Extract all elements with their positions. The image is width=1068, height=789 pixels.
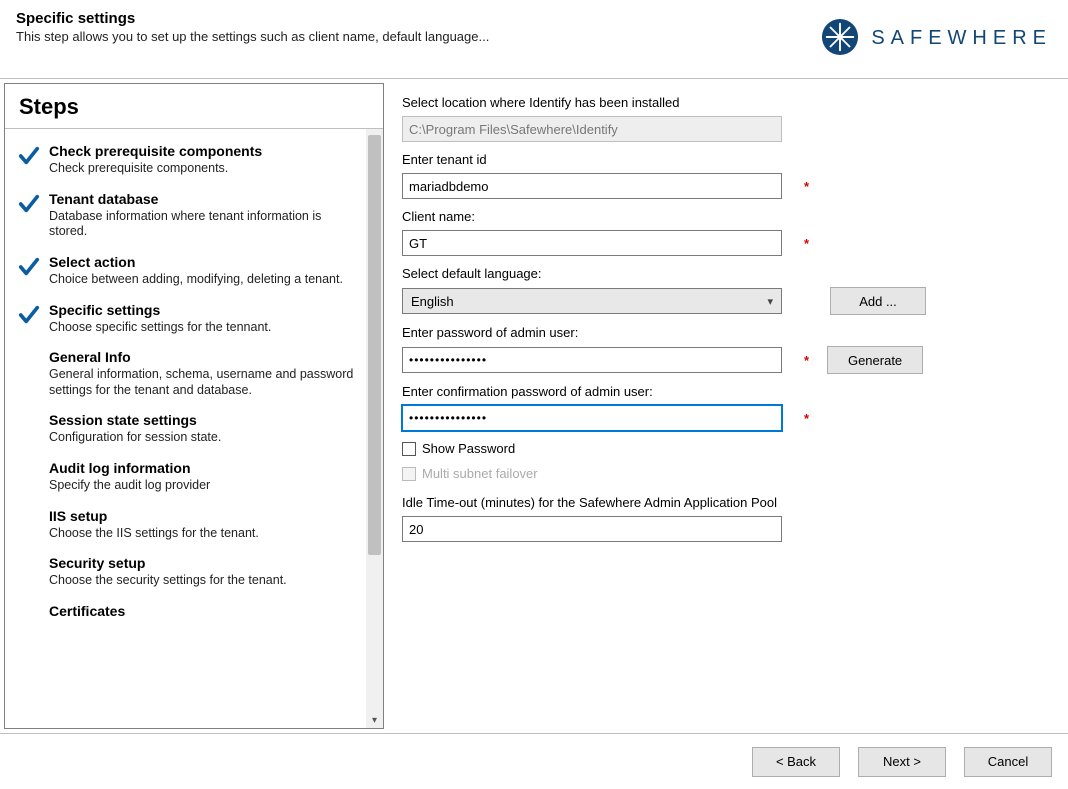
install-location-label: Select location where Identify has been … <box>402 95 1050 110</box>
step-title: Session state settings <box>49 412 354 428</box>
wizard-footer: < Back Next > Cancel <box>0 733 1068 789</box>
required-marker: * <box>804 411 809 426</box>
cancel-button[interactable]: Cancel <box>964 747 1052 777</box>
step-title: Certificates <box>49 603 354 619</box>
step-title: Check prerequisite components <box>49 143 354 159</box>
show-password-label: Show Password <box>422 441 515 456</box>
multi-subnet-checkbox <box>402 467 416 481</box>
required-marker: * <box>804 179 809 194</box>
empty-icon <box>17 508 41 542</box>
language-value: English <box>411 294 454 309</box>
step-certificates[interactable]: Certificates <box>11 599 360 629</box>
tenant-id-label: Enter tenant id <box>402 152 1050 167</box>
step-check-prerequisites[interactable]: Check prerequisite components Check prer… <box>11 139 360 187</box>
admin-password-input[interactable] <box>402 347 782 373</box>
check-icon <box>17 254 41 288</box>
step-audit-log[interactable]: Audit log information Specify the audit … <box>11 456 360 504</box>
install-location-input <box>402 116 782 142</box>
show-password-checkbox[interactable] <box>402 442 416 456</box>
step-desc: Choose the IIS settings for the tenant. <box>49 526 354 542</box>
next-button[interactable]: Next > <box>858 747 946 777</box>
client-name-input[interactable] <box>402 230 782 256</box>
check-icon <box>17 302 41 336</box>
main-frame: Steps Check prerequisite components Chec… <box>0 78 1068 733</box>
empty-icon <box>17 412 41 446</box>
scroll-down-icon[interactable]: ▾ <box>366 712 383 728</box>
empty-icon <box>17 555 41 589</box>
language-label: Select default language: <box>402 266 1050 281</box>
step-desc: General information, schema, username an… <box>49 367 354 398</box>
settings-form: Select location where Identify has been … <box>384 83 1064 729</box>
page-subtitle: This step allows you to set up the setti… <box>16 29 489 44</box>
step-desc: Choose specific settings for the tennant… <box>49 320 354 336</box>
brand-text: SAFEWHERE <box>871 27 1052 50</box>
step-desc: Choose the security settings for the ten… <box>49 573 354 589</box>
steps-list: Check prerequisite components Check prer… <box>5 129 366 728</box>
step-title: Tenant database <box>49 191 354 207</box>
steps-sidebar: Steps Check prerequisite components Chec… <box>4 83 384 729</box>
idle-timeout-input[interactable] <box>402 516 782 542</box>
admin-password-label: Enter password of admin user: <box>402 325 1050 340</box>
step-desc: Check prerequisite components. <box>49 161 354 177</box>
snowflake-icon <box>821 18 859 59</box>
generate-password-button[interactable]: Generate <box>827 346 923 374</box>
header: Specific settings This step allows you t… <box>0 0 1068 78</box>
add-language-button[interactable]: Add ... <box>830 287 926 315</box>
step-security-setup[interactable]: Security setup Choose the security setti… <box>11 551 360 599</box>
step-tenant-database[interactable]: Tenant database Database information whe… <box>11 187 360 250</box>
step-desc: Choice between adding, modifying, deleti… <box>49 272 354 288</box>
back-button[interactable]: < Back <box>752 747 840 777</box>
language-dropdown[interactable]: English ▾ <box>402 288 782 314</box>
required-marker: * <box>804 353 809 368</box>
brand-logo: SAFEWHERE <box>821 10 1052 59</box>
step-desc: Specify the audit log provider <box>49 478 354 494</box>
scrollbar-thumb[interactable] <box>368 135 381 555</box>
step-iis-setup[interactable]: IIS setup Choose the IIS settings for th… <box>11 504 360 552</box>
step-title: General Info <box>49 349 354 365</box>
admin-password-confirm-input[interactable] <box>402 405 782 431</box>
admin-password-confirm-label: Enter confirmation password of admin use… <box>402 384 1050 399</box>
page-title: Specific settings <box>16 10 489 27</box>
chevron-down-icon: ▾ <box>767 295 773 308</box>
multi-subnet-label: Multi subnet failover <box>422 466 538 481</box>
check-icon <box>17 143 41 177</box>
step-specific-settings[interactable]: Specific settings Choose specific settin… <box>11 298 360 346</box>
tenant-id-input[interactable] <box>402 173 782 199</box>
sidebar-title: Steps <box>5 84 383 129</box>
step-desc: Configuration for session state. <box>49 430 354 446</box>
step-session-state[interactable]: Session state settings Configuration for… <box>11 408 360 456</box>
step-title: Select action <box>49 254 354 270</box>
client-name-label: Client name: <box>402 209 1050 224</box>
step-title: IIS setup <box>49 508 354 524</box>
check-icon <box>17 191 41 240</box>
empty-icon <box>17 349 41 398</box>
required-marker: * <box>804 236 809 251</box>
idle-timeout-label: Idle Time-out (minutes) for the Safewher… <box>402 495 1050 510</box>
empty-icon <box>17 603 41 619</box>
step-general-info[interactable]: General Info General information, schema… <box>11 345 360 408</box>
step-title: Audit log information <box>49 460 354 476</box>
empty-icon <box>17 460 41 494</box>
sidebar-scrollbar[interactable]: ▴ ▾ <box>366 129 383 728</box>
step-title: Security setup <box>49 555 354 571</box>
step-title: Specific settings <box>49 302 354 318</box>
step-select-action[interactable]: Select action Choice between adding, mod… <box>11 250 360 298</box>
step-desc: Database information where tenant inform… <box>49 209 354 240</box>
